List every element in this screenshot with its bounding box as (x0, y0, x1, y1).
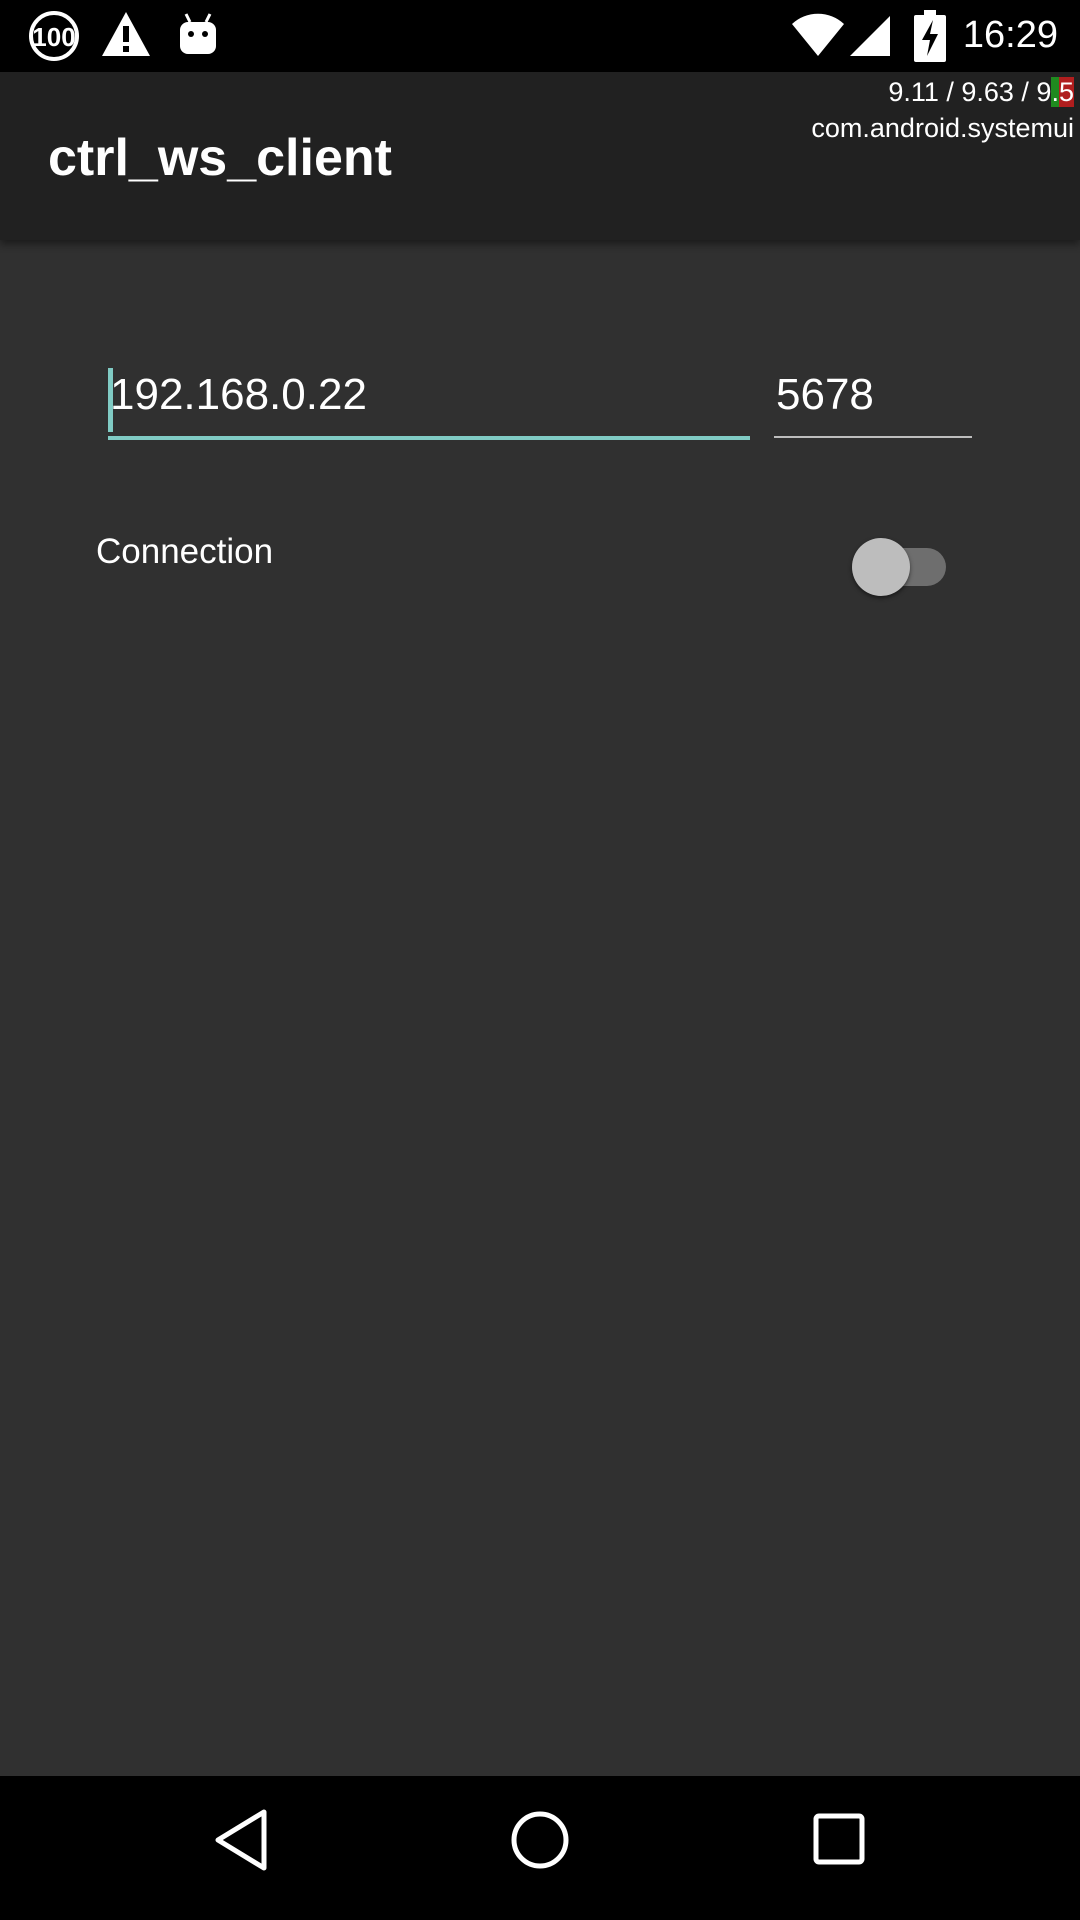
cell-signal-icon (850, 16, 890, 56)
debug-overlay: 9.11 / 9.63 / 9.5 com.android.systemui (811, 74, 1074, 146)
home-icon[interactable] (508, 1808, 572, 1872)
overlay-stats: 9.11 / 9.63 / 9 (888, 77, 1052, 107)
overlay-green-mark: . (1051, 77, 1059, 107)
connection-switch[interactable] (852, 528, 950, 596)
overlay-line-1: 9.11 / 9.63 / 9.5 (811, 74, 1074, 110)
back-icon[interactable] (212, 1808, 272, 1872)
connection-label: Connection (96, 532, 274, 571)
host-input[interactable] (110, 370, 748, 420)
port-field[interactable] (774, 362, 972, 438)
status-time: 16:29 (962, 14, 1058, 56)
navigation-bar (0, 1776, 1080, 1920)
android-icon (180, 13, 216, 54)
circle-100-icon: 100 (29, 11, 79, 61)
connection-row: Connection (96, 520, 956, 596)
battery-charging-icon (914, 10, 946, 62)
warning-icon (102, 12, 150, 56)
recents-icon[interactable] (810, 1808, 870, 1872)
host-field[interactable] (108, 362, 750, 440)
status-bar: 100 16:29 (0, 0, 1080, 72)
overlay-red-mark: 5 (1058, 77, 1074, 107)
wifi-icon (792, 13, 844, 56)
port-input[interactable] (776, 370, 970, 420)
circle-100-text: 100 (32, 22, 75, 52)
switch-thumb (852, 538, 910, 596)
overlay-package: com.android.systemui (811, 113, 1074, 143)
app-title: ctrl_ws_client (48, 129, 392, 187)
